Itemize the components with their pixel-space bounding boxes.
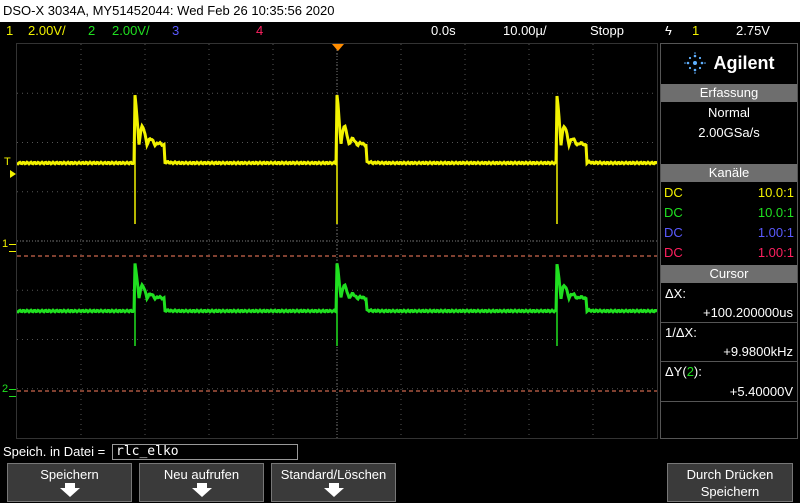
ch1-scale[interactable]: 2.00V/ [28, 22, 66, 40]
channel-coupling: DC [664, 185, 683, 200]
file-bar: Speich. in Datei = rlc_elko [0, 442, 800, 462]
file-label: Speich. in Datei = [3, 444, 106, 459]
softkey-standard-loeschen[interactable]: Standard/Löschen [271, 463, 396, 502]
cursor-header: Cursor [661, 265, 797, 283]
channel-probe: 1.00:1 [757, 225, 794, 240]
run-state[interactable]: Stopp [590, 22, 624, 40]
ch1-marker-label: 1 [2, 238, 9, 250]
acquisition-mode: Normal [708, 105, 750, 120]
softkey-label: Durch Drücken [686, 467, 774, 482]
trigger-level-marker[interactable]: T [4, 156, 11, 168]
channel-probe: 1.00:1 [757, 245, 794, 260]
ch4-number[interactable]: 4 [256, 22, 263, 40]
agilent-spark-icon [683, 52, 706, 74]
cursor-dy-label: ΔY(2): [665, 364, 702, 379]
cursor-inv-value: +9.9800kHz [723, 344, 793, 359]
window-title: DSO-X 3034A, MY51452044: Wed Feb 26 10:3… [0, 0, 800, 22]
waveform-display[interactable] [16, 43, 658, 439]
trigger-source[interactable]: 1 [692, 22, 699, 40]
ch2-marker-label: 2 [2, 383, 9, 395]
channel-row-1: DC 10.0:1 [664, 183, 794, 203]
side-panel: Agilent Erfassung Normal 2.00GSa/s Kanäl… [660, 43, 798, 439]
softkey-label: Neu aufrufen [163, 467, 240, 482]
channel-probe: 10.0:1 [757, 205, 794, 220]
ch1-number[interactable]: 1 [6, 22, 13, 40]
waveform-grid [17, 44, 657, 438]
status-bar: 1 2.00V/ 2 2.00V/ 3 4 0.0s 10.00µ/ Stopp… [0, 22, 800, 40]
brand-logo: Agilent [661, 44, 797, 82]
softkey-speichern[interactable]: Speichern [7, 463, 132, 502]
channel-row-3: DC 1.00:1 [664, 223, 794, 243]
cursor-dx-value: +100.200000us [702, 305, 793, 320]
cursor-inv-label: 1/ΔX: [665, 325, 697, 340]
arrow-down-icon [59, 483, 80, 497]
divider [661, 322, 797, 323]
ch3-number[interactable]: 3 [172, 22, 179, 40]
channel-row-2: DC 10.0:1 [664, 203, 794, 223]
divider [661, 361, 797, 362]
trigger-level[interactable]: 2.75V [736, 22, 770, 40]
softkey-neu-aufrufen[interactable]: Neu aufrufen [139, 463, 264, 502]
trigger-marker-label: T [4, 156, 11, 168]
ch2-scale[interactable]: 2.00V/ [112, 22, 150, 40]
channel-coupling: DC [664, 245, 683, 260]
acquisition-header: Erfassung [661, 84, 797, 102]
channel-coupling: DC [664, 205, 683, 220]
cursor-dy-channel: 2 [686, 364, 694, 379]
cursor-dy-suffix: ): [693, 364, 702, 379]
ch2-number[interactable]: 2 [88, 22, 95, 40]
cursor-dy-prefix: ΔY( [665, 364, 687, 379]
sample-rate: 2.00GSa/s [698, 125, 760, 140]
softkey-durch-druecken-speichern[interactable]: Durch Drücken Speichern [667, 463, 793, 502]
brand-name: Agilent [713, 52, 775, 73]
ch1-ground-marker[interactable]: 1 [2, 238, 8, 250]
file-name-field[interactable]: rlc_elko [112, 444, 298, 460]
ch2-ground-marker[interactable]: 2 [2, 383, 8, 395]
channel-row-4: DC 1.00:1 [664, 243, 794, 263]
arrow-down-icon [191, 483, 212, 497]
time-scale[interactable]: 10.00µ/ [503, 22, 547, 40]
softkey-label: Standard/Löschen [280, 467, 387, 482]
trigger-position-icon[interactable] [332, 44, 344, 51]
channels-header: Kanäle [661, 164, 797, 182]
cursor-dy-value: +5.40000V [729, 384, 793, 399]
softkey-label-2: Speichern [700, 484, 760, 499]
channel-probe: 10.0:1 [757, 185, 794, 200]
cursor-dx-label: ΔX: [665, 286, 686, 301]
arrow-down-icon [323, 483, 344, 497]
trigger-edge-icon: ϟ [665, 23, 672, 38]
trigger-marker-arrow-icon [10, 170, 16, 178]
channel-coupling: DC [664, 225, 683, 240]
ch1-ground-icon [9, 244, 16, 252]
divider [661, 401, 797, 402]
ch2-ground-icon [9, 389, 16, 397]
softkey-label: Speichern [40, 467, 99, 482]
time-offset[interactable]: 0.0s [431, 22, 456, 40]
